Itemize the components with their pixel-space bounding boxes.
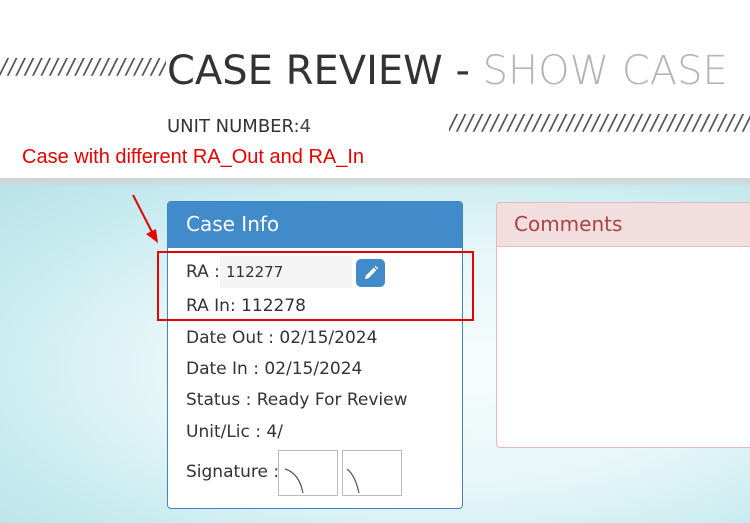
unit-number-value: 4 xyxy=(299,116,312,137)
signature-out-image xyxy=(278,450,338,496)
decorative-hatch-left: //////////////////////////////////// xyxy=(0,58,166,78)
annotation-text: Case with different RA_Out and RA_In xyxy=(22,146,365,168)
header-shadow xyxy=(0,178,750,188)
page-title-main: CASE REVIEW xyxy=(167,48,443,94)
page-title-separator: - xyxy=(442,48,483,94)
comments-panel: Comments xyxy=(496,202,750,448)
date-out-row: Date Out : 02/15/2024 xyxy=(186,328,377,348)
unit-lic-row: Unit/Lic : 4/ xyxy=(186,422,283,442)
unit-number-label: UNIT NUMBER: xyxy=(167,116,300,137)
decorative-hatch-right: //////////////////////////////////// xyxy=(449,114,750,134)
unit-lic-value: 4/ xyxy=(266,422,283,442)
page-title: CASE REVIEW - SHOW CASE xyxy=(167,46,728,96)
status-row: Status : Ready For Review xyxy=(186,390,408,410)
unit-lic-label: Unit/Lic : xyxy=(186,422,262,442)
case-info-heading: Case Info xyxy=(168,202,462,248)
signature-label: Signature : xyxy=(186,462,280,482)
status-value: Ready For Review xyxy=(256,390,408,410)
date-in-value: 02/15/2024 xyxy=(264,359,363,379)
comments-heading: Comments xyxy=(497,203,750,247)
unit-number: UNIT NUMBER:4 xyxy=(167,116,311,137)
page-header: //////////////////////////////////// CAS… xyxy=(0,0,750,178)
highlight-box xyxy=(157,251,474,321)
date-out-value: 02/15/2024 xyxy=(279,328,378,348)
signature-in-image xyxy=(342,450,402,496)
date-in-label: Date In : xyxy=(186,359,259,379)
page-title-sub: SHOW CASE xyxy=(482,48,728,94)
date-out-label: Date Out : xyxy=(186,328,274,348)
signature-row: Signature : xyxy=(186,462,279,482)
case-info-panel: Case Info RA : RA In: 112278 Date Out : … xyxy=(167,201,463,509)
status-label: Status : xyxy=(186,390,252,410)
date-in-row: Date In : 02/15/2024 xyxy=(186,359,362,379)
